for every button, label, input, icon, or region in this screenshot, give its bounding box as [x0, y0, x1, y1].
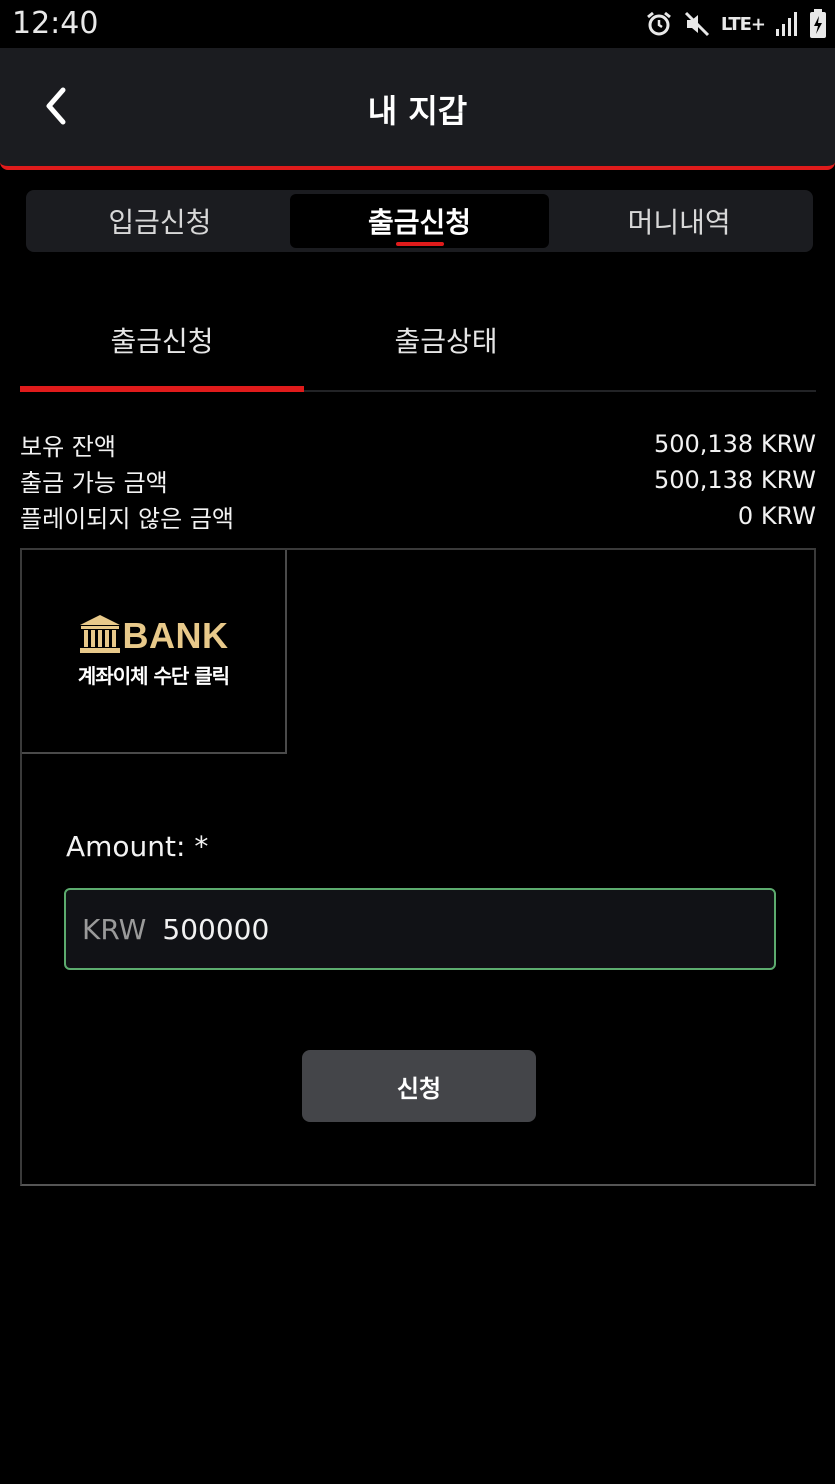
- alarm-icon: [645, 10, 673, 38]
- bank-logo-text: BANK: [122, 614, 229, 656]
- balance-label: 플레이되지 않은 금액: [20, 504, 234, 533]
- subtab-withdraw-status[interactable]: 출금상태: [304, 290, 588, 390]
- page-title: 내 지갑: [367, 92, 468, 130]
- bank-transfer-option[interactable]: BANK 계좌이체 수단 클릭: [22, 550, 287, 754]
- amount-input[interactable]: [162, 912, 723, 946]
- lte-icon: LTE+: [720, 13, 766, 35]
- app-header: 내 지갑: [0, 48, 835, 170]
- tab-withdraw[interactable]: 출금신청: [289, 194, 550, 248]
- tab-deposit[interactable]: 입금신청: [30, 194, 290, 248]
- status-icons: LTE+: [645, 6, 827, 42]
- amount-currency: KRW: [82, 912, 147, 946]
- amount-field[interactable]: KRW: [64, 888, 776, 970]
- balance-list: 보유 잔액 500,138 KRW 출금 가능 금액 500,138 KRW 플…: [20, 426, 816, 534]
- status-time: 12:40: [12, 6, 99, 41]
- balance-label: 출금 가능 금액: [20, 468, 168, 497]
- withdraw-form: BANK 계좌이체 수단 클릭 Amount: * KRW 신청: [20, 548, 816, 1186]
- tab-money-history[interactable]: 머니내역: [549, 194, 809, 248]
- top-tabs: 입금신청 출금신청 머니내역: [26, 190, 813, 252]
- battery-charging-icon: [809, 9, 827, 39]
- submit-button[interactable]: 신청: [302, 1050, 536, 1122]
- status-bar: 12:40 LTE+: [0, 0, 835, 48]
- signal-icon: [775, 11, 799, 37]
- sub-tabs: 출금신청 출금상태: [20, 290, 816, 392]
- bank-building-icon: [79, 614, 121, 658]
- bank-option-caption: 계좌이체 수단 클릭: [77, 663, 230, 688]
- balance-value: 500,138 KRW: [653, 430, 816, 458]
- mute-icon: [683, 10, 711, 38]
- bank-logo: BANK: [79, 614, 229, 658]
- balance-label: 보유 잔액: [20, 432, 116, 461]
- subtab-withdraw-request[interactable]: 출금신청: [20, 290, 304, 392]
- balance-row: 보유 잔액 500,138 KRW: [20, 426, 816, 462]
- balance-row: 플레이되지 않은 금액 0 KRW: [20, 498, 816, 534]
- amount-label: Amount: *: [66, 830, 209, 863]
- balance-row: 출금 가능 금액 500,138 KRW: [20, 462, 816, 498]
- balance-value: 0 KRW: [737, 502, 816, 530]
- balance-value: 500,138 KRW: [653, 466, 816, 494]
